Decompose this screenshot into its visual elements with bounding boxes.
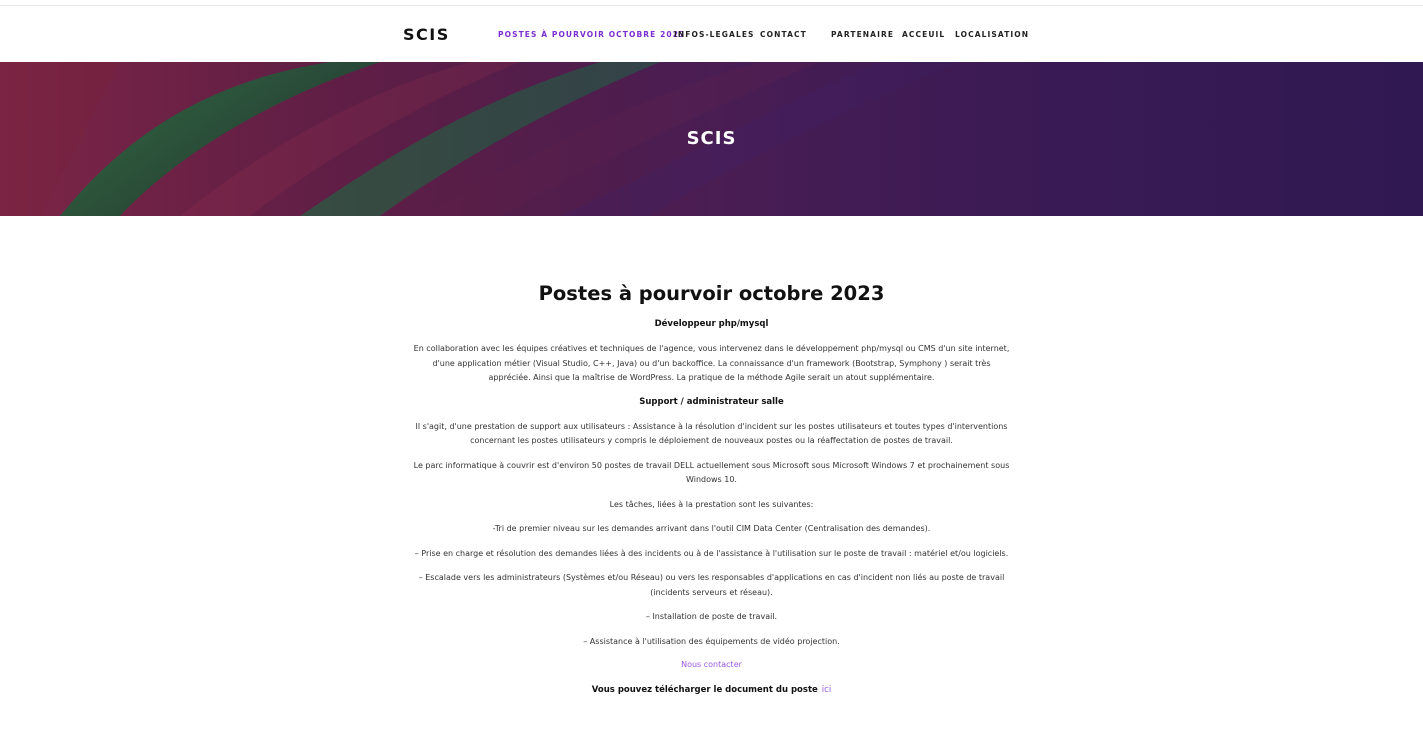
- job-title-support: Support / administrateur salle: [639, 396, 784, 407]
- site-header: SCIS POSTES À POURVOIR OCTOBRE 2023 INFO…: [0, 6, 1423, 62]
- contact-link[interactable]: Nous contacter: [412, 659, 1011, 671]
- support-paragraph: Les tâches, liées à la prestation sont l…: [609, 499, 814, 509]
- nav-item-infos-legales[interactable]: INFOS-LEGALES: [674, 30, 755, 39]
- main-nav: POSTES À POURVOIR OCTOBRE 2023 INFOS-LEG…: [0, 30, 1423, 44]
- support-task: – Prise en charge et résolution des dema…: [414, 548, 1009, 558]
- support-task: – Assistance à l'utilisation des équipem…: [583, 636, 840, 646]
- main-content: Postes à pourvoir octobre 2023 Développe…: [412, 280, 1011, 696]
- nav-item-acceuil[interactable]: ACCEUIL: [902, 30, 945, 39]
- support-paragraph: Le parc informatique à couvrir est d'env…: [413, 460, 1010, 485]
- support-task: -Tri de premier niveau sur les demandes …: [492, 524, 931, 533]
- job-description-developpeur: En collaboration avec les équipes créati…: [413, 344, 1010, 382]
- support-task: – Installation de poste de travail.: [645, 612, 778, 621]
- nav-item-localisation[interactable]: LOCALISATION: [955, 30, 1029, 39]
- download-link[interactable]: ici: [822, 685, 831, 695]
- job-title-developpeur: Développeur php/mysql: [654, 319, 769, 329]
- nav-item-partenaire[interactable]: PARTENAIRE: [831, 30, 894, 39]
- download-text: Vous pouvez télécharger le document du p…: [591, 685, 818, 695]
- support-task: – Escalade vers les administrateurs (Sys…: [418, 573, 1005, 597]
- nav-item-postes[interactable]: POSTES À POURVOIR OCTOBRE 2023: [498, 30, 685, 39]
- support-paragraph: Il s'agit, d'une prestation de support a…: [415, 421, 1008, 446]
- hero-banner: SCIS: [0, 62, 1423, 216]
- hero-title: SCIS: [686, 128, 737, 149]
- nav-item-contact[interactable]: CONTACT: [760, 30, 807, 39]
- page-title: Postes à pourvoir octobre 2023: [538, 282, 885, 305]
- download-line: Vous pouvez télécharger le document du p…: [412, 684, 1011, 696]
